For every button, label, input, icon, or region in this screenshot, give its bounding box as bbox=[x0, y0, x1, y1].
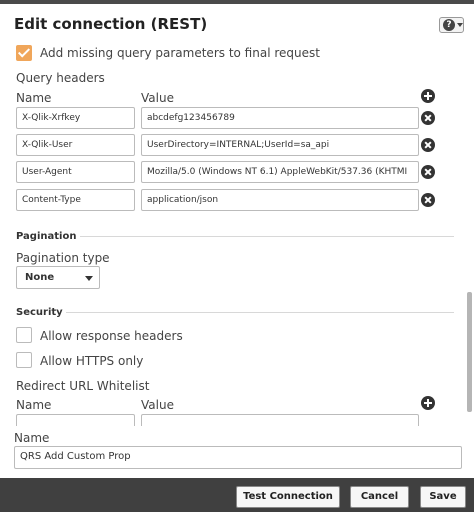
remove-query-header-icon[interactable] bbox=[421, 193, 435, 207]
remove-query-header-icon[interactable] bbox=[421, 165, 435, 179]
allow-https-only-checkbox[interactable] bbox=[16, 352, 32, 368]
query-header-name-input[interactable]: X-Qlik-Xrfkey bbox=[16, 107, 135, 129]
help-button[interactable]: ? bbox=[439, 17, 464, 33]
pagination-section-title: Pagination bbox=[16, 231, 77, 242]
query-headers-value-column: Value bbox=[141, 91, 174, 105]
redirect-whitelist-title: Redirect URL Whitelist bbox=[16, 379, 150, 393]
add-missing-params-label: Add missing query parameters to final re… bbox=[40, 46, 320, 60]
query-header-value-input[interactable]: Mozilla/5.0 (Windows NT 6.1) AppleWebKit… bbox=[141, 161, 419, 183]
query-headers-title: Query headers bbox=[16, 71, 105, 85]
query-header-name-input[interactable]: User-Agent bbox=[16, 161, 135, 183]
add-query-header-icon[interactable] bbox=[421, 89, 435, 103]
add-whitelist-entry-icon[interactable] bbox=[421, 396, 435, 410]
query-header-value-input[interactable]: UserDirectory=INTERNAL;UserId=sa_api bbox=[141, 134, 419, 156]
chevron-down-icon bbox=[457, 23, 463, 27]
remove-query-header-icon[interactable] bbox=[421, 111, 435, 125]
allow-response-headers-label: Allow response headers bbox=[40, 329, 183, 343]
pagination-type-label: Pagination type bbox=[16, 251, 110, 265]
pagination-divider bbox=[80, 236, 454, 237]
query-header-name-input[interactable]: Content-Type bbox=[16, 189, 135, 211]
allow-https-only-label: Allow HTTPS only bbox=[40, 354, 144, 368]
connection-name-input[interactable]: QRS Add Custom Prop bbox=[14, 446, 462, 469]
test-connection-button[interactable]: Test Connection bbox=[236, 486, 340, 508]
dialog-title: Edit connection (REST) bbox=[14, 15, 208, 33]
top-bar bbox=[0, 0, 474, 4]
save-button[interactable]: Save bbox=[420, 486, 466, 508]
query-headers-name-column: Name bbox=[16, 91, 52, 105]
query-header-value-input[interactable]: abcdefg123456789 bbox=[141, 107, 419, 129]
query-header-value-input[interactable]: application/json bbox=[141, 189, 419, 211]
add-missing-params-checkbox[interactable] bbox=[16, 45, 32, 61]
pagination-type-value: None bbox=[25, 272, 55, 283]
remove-query-header-icon[interactable] bbox=[421, 138, 435, 152]
security-section-title: Security bbox=[16, 307, 63, 318]
security-divider bbox=[66, 312, 454, 313]
help-icon: ? bbox=[443, 19, 455, 31]
whitelist-name-column: Name bbox=[16, 398, 52, 412]
connection-name-label: Name bbox=[14, 431, 50, 445]
scrollbar[interactable] bbox=[467, 292, 472, 412]
allow-response-headers-checkbox[interactable] bbox=[16, 327, 32, 343]
pagination-type-select[interactable]: None bbox=[16, 266, 100, 289]
whitelist-value-column: Value bbox=[141, 398, 174, 412]
query-header-name-input[interactable]: X-Qlik-User bbox=[16, 134, 135, 156]
cancel-button[interactable]: Cancel bbox=[350, 486, 409, 508]
chevron-down-icon bbox=[85, 276, 93, 281]
